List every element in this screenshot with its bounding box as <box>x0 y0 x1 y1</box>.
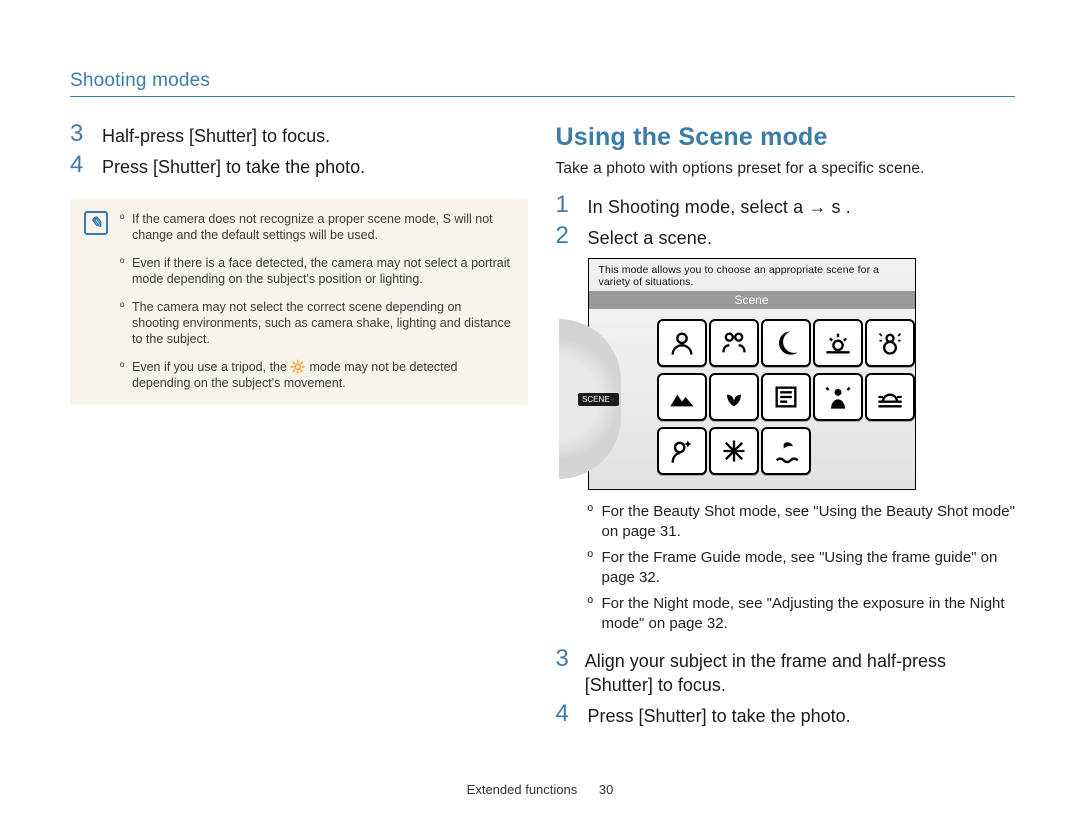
right-column: Using the Scene mode Take a photo with o… <box>556 123 1015 734</box>
landscape-icon[interactable] <box>657 373 707 421</box>
scene-screenshot: This mode allows you to choose an approp… <box>588 258 916 490</box>
scene-caption: This mode allows you to choose an approp… <box>589 259 915 291</box>
step-4-right: 4 Press [Shutter] to take the photo. <box>556 703 1015 728</box>
step-number: 4 <box>556 703 574 728</box>
step-number: 4 <box>70 154 88 179</box>
scene-note-item: For the Night mode, see "Adjusting the e… <box>588 594 1015 634</box>
step-number: 1 <box>556 194 574 219</box>
note-item: Even if there is a face detected, the ca… <box>120 255 512 287</box>
step-3-right: 3 Align your subject in the frame and ha… <box>556 648 1015 697</box>
step-text: Align your subject in the frame and half… <box>585 648 1015 697</box>
page: Shooting modes 3 Half-press [Shutter] to… <box>0 0 1080 815</box>
dawn-icon[interactable] <box>813 319 863 367</box>
scene-note-item: For the Frame Guide mode, see "Using the… <box>588 548 1015 588</box>
scene-note-item: For the Beauty Shot mode, see "Using the… <box>588 502 1015 542</box>
portrait-icon[interactable] <box>657 319 707 367</box>
text-icon[interactable] <box>761 373 811 421</box>
firework-icon[interactable] <box>709 427 759 475</box>
beauty-icon[interactable] <box>657 427 707 475</box>
children-icon[interactable] <box>709 319 759 367</box>
section-title: Using the Scene mode <box>556 123 1015 152</box>
scene-icon-grid <box>657 319 903 475</box>
page-number: 30 <box>599 782 613 797</box>
note-item: Even if you use a tripod, the 🔆 mode may… <box>120 359 512 391</box>
step-number: 2 <box>556 225 574 250</box>
scene-body: SCENE <box>589 309 915 489</box>
note-item: The camera may not select the correct sc… <box>120 299 512 347</box>
mode-dial[interactable]: SCENE <box>559 319 621 479</box>
page-header: Shooting modes <box>70 70 1015 97</box>
page-footer: Extended functions 30 <box>0 782 1080 797</box>
step-text: Press [Shutter] to take the photo. <box>588 703 851 728</box>
closeup-icon[interactable] <box>709 373 759 421</box>
footer-section: Extended functions <box>467 782 578 797</box>
step-text: Half-press [Shutter] to focus. <box>102 123 330 148</box>
step-text: In Shooting mode, select a → s . <box>588 194 851 219</box>
step-text: Select a scene. <box>588 225 713 250</box>
note-list: If the camera does not recognize a prope… <box>120 211 512 391</box>
step-1-right: 1 In Shooting mode, select a → s . <box>556 194 1015 219</box>
backlight-icon[interactable] <box>813 373 863 421</box>
two-column-body: 3 Half-press [Shutter] to focus. 4 Press… <box>70 123 1015 734</box>
step-number: 3 <box>556 648 571 697</box>
section-lead: Take a photo with options preset for a s… <box>556 160 1015 178</box>
note-icon: ✎ <box>84 211 108 235</box>
step-4-left: 4 Press [Shutter] to take the photo. <box>70 154 528 179</box>
note-box: ✎ If the camera does not recognize a pro… <box>70 199 528 405</box>
step-text: Press [Shutter] to take the photo. <box>102 154 365 179</box>
sunset-icon[interactable] <box>865 373 915 421</box>
step-2-right: 2 Select a scene. <box>556 225 1015 250</box>
scene-title-bar: Scene <box>589 291 915 309</box>
left-column: 3 Half-press [Shutter] to focus. 4 Press… <box>70 123 528 734</box>
step-3-left: 3 Half-press [Shutter] to focus. <box>70 123 528 148</box>
step-number: 3 <box>70 123 88 148</box>
snow-icon[interactable] <box>865 319 915 367</box>
mode-dial-tab[interactable]: SCENE <box>578 393 618 406</box>
note-item: If the camera does not recognize a prope… <box>120 211 512 243</box>
scene-notes: For the Beauty Shot mode, see "Using the… <box>588 502 1015 634</box>
night-icon[interactable] <box>761 319 811 367</box>
beach-icon[interactable] <box>761 427 811 475</box>
